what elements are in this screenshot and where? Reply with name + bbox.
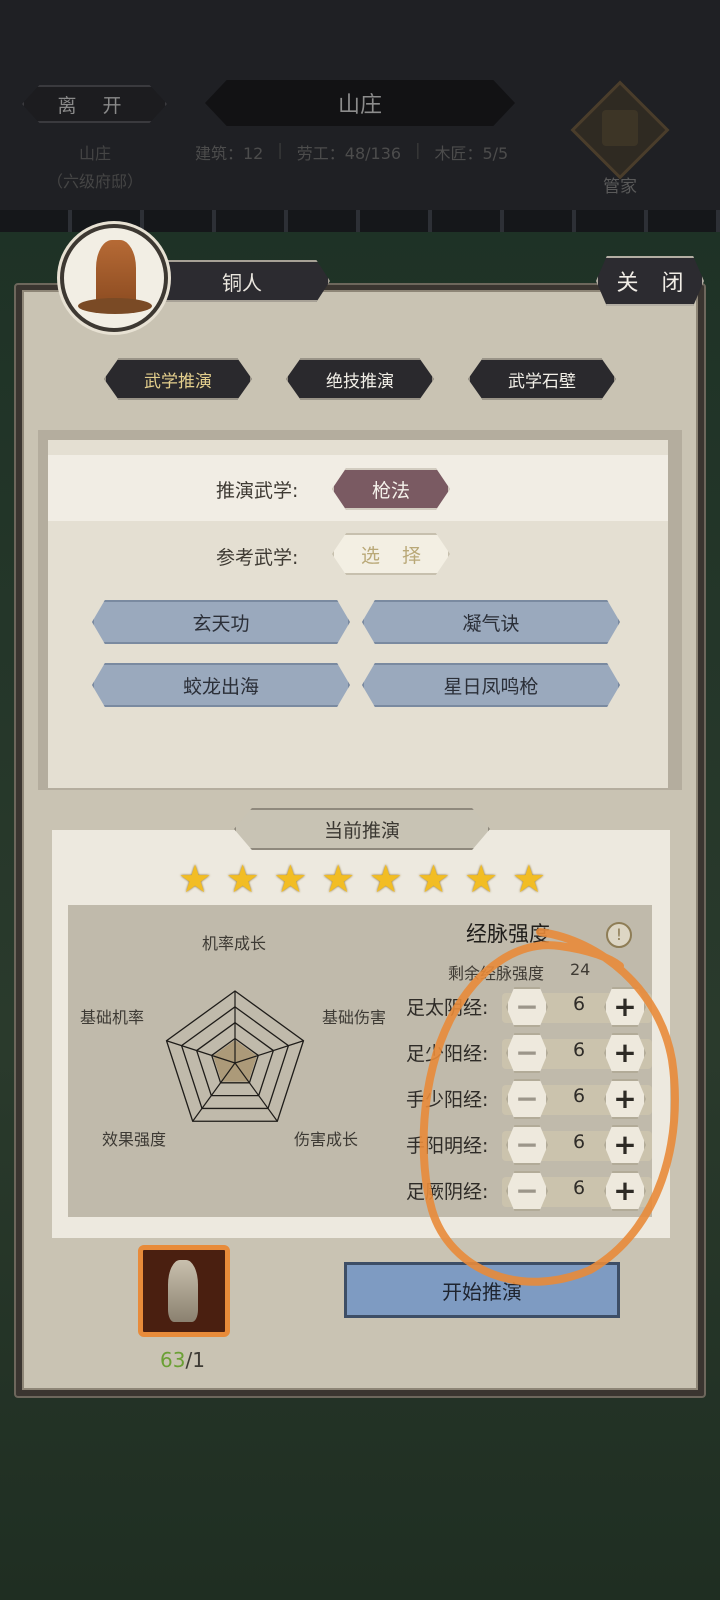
meridian-value: 6	[572, 1039, 586, 1061]
star-icon: ★	[177, 857, 213, 901]
dialog-title: 铜人	[160, 260, 330, 302]
info-icon[interactable]: !	[606, 922, 632, 948]
infer-label: 推演武学:	[216, 480, 299, 502]
plus-button[interactable]: +	[604, 1125, 646, 1165]
meridian-row: 手阳明经: − 6 +	[406, 1125, 654, 1165]
start-infer-button[interactable]: 开始推演	[344, 1262, 620, 1318]
star-rating: ★ ★ ★ ★ ★ ★ ★ ★	[176, 860, 548, 900]
divider: |	[415, 140, 421, 159]
meridian-value: 6	[572, 993, 586, 1015]
tab-martial-infer[interactable]: 武学推演	[104, 358, 252, 400]
remaining-value: 24	[570, 960, 591, 979]
meridian-label: 手阳明经:	[406, 1135, 489, 1157]
ref-skill-item[interactable]: 星日凤鸣枪	[362, 663, 620, 707]
reference-label: 参考武学:	[216, 547, 299, 569]
stat-labor: 劳工：48/136	[296, 144, 402, 163]
minus-button[interactable]: −	[506, 1171, 548, 1211]
radar-label-base-damage: 基础伤害	[322, 1008, 387, 1027]
meridian-label: 足少阳经:	[406, 1043, 489, 1065]
radar-spoke	[192, 1062, 236, 1122]
minus-button[interactable]: −	[506, 1079, 548, 1119]
ref-skill-item[interactable]: 凝气诀	[362, 600, 620, 644]
radar-chart	[165, 990, 305, 1122]
estate-info: 山庄 （六级府邸）	[30, 140, 160, 196]
select-button[interactable]: 选 择	[332, 533, 450, 575]
bronze-man-icon	[168, 1260, 198, 1322]
star-icon: ★	[273, 857, 308, 901]
item-count-have: 63	[160, 1348, 186, 1372]
meridian-row: 足厥阴经: − 6 +	[406, 1171, 654, 1211]
plus-button[interactable]: +	[604, 1171, 646, 1211]
estate-name: 山庄	[78, 144, 111, 163]
leave-button[interactable]: 离 开	[22, 85, 167, 123]
star-icon: ★	[511, 857, 546, 901]
ref-skill-item[interactable]: 蛟龙出海	[92, 663, 350, 707]
meridian-row: 手少阳经: − 6 +	[406, 1079, 654, 1119]
current-infer-header: 当前推演	[234, 808, 490, 850]
estate-stats: 建筑：12 | 劳工：48/136 | 木匠：5/5	[195, 140, 525, 164]
star-icon: ★	[321, 857, 356, 901]
meridian-label: 足厥阴经:	[406, 1181, 489, 1203]
meridian-value: 6	[572, 1131, 586, 1153]
stat-carpenters: 木匠：5/5	[434, 144, 509, 163]
plus-button[interactable]: +	[604, 1033, 646, 1073]
close-button[interactable]: 关 闭	[596, 256, 704, 306]
meridian-title: 经脉强度	[466, 922, 550, 946]
infer-skill-button[interactable]: 枪法	[332, 468, 450, 510]
meridian-value: 6	[572, 1177, 586, 1199]
ref-skill-item[interactable]: 玄天功	[92, 600, 350, 644]
minus-button[interactable]: −	[506, 1125, 548, 1165]
item-count: 63/1	[160, 1348, 205, 1372]
divider: |	[277, 140, 283, 159]
stat-buildings: 建筑：12	[195, 144, 264, 163]
radar-label-damage-growth: 伤害成长	[294, 1130, 359, 1149]
remaining-label: 剩余经脉强度	[448, 964, 545, 983]
tab-skill-infer[interactable]: 绝技推演	[286, 358, 434, 400]
meridian-row: 足少阳经: − 6 +	[406, 1033, 654, 1073]
meridian-label: 手少阳经:	[406, 1089, 489, 1111]
radar-label-base-crit: 基础机率	[80, 1008, 145, 1027]
star-icon: ★	[464, 857, 499, 901]
radar-spoke	[234, 1062, 278, 1122]
radar-label-crit-growth: 机率成长	[202, 934, 267, 953]
plus-button[interactable]: +	[604, 1079, 646, 1119]
meridian-label: 足太阴经:	[406, 997, 489, 1019]
star-icon: ★	[225, 857, 260, 901]
tab-stone-wall[interactable]: 武学石壁	[468, 358, 616, 400]
star-icon: ★	[416, 857, 451, 901]
meridian-value: 6	[572, 1085, 586, 1107]
butler-label[interactable]: 管家	[590, 172, 650, 197]
item-count-need: /1	[185, 1348, 205, 1372]
minus-button[interactable]: −	[506, 1033, 548, 1073]
abacus-icon-inner	[602, 110, 638, 146]
estate-level: （六级府邸）	[46, 172, 143, 191]
meridian-row: 足太阴经: − 6 +	[406, 987, 654, 1027]
page-title: 山庄	[205, 80, 515, 126]
radar-label-effect-strength: 效果强度	[102, 1130, 167, 1149]
plus-button[interactable]: +	[604, 987, 646, 1027]
minus-button[interactable]: −	[506, 987, 548, 1027]
star-icon: ★	[368, 857, 403, 901]
pedestal-icon	[78, 298, 152, 314]
